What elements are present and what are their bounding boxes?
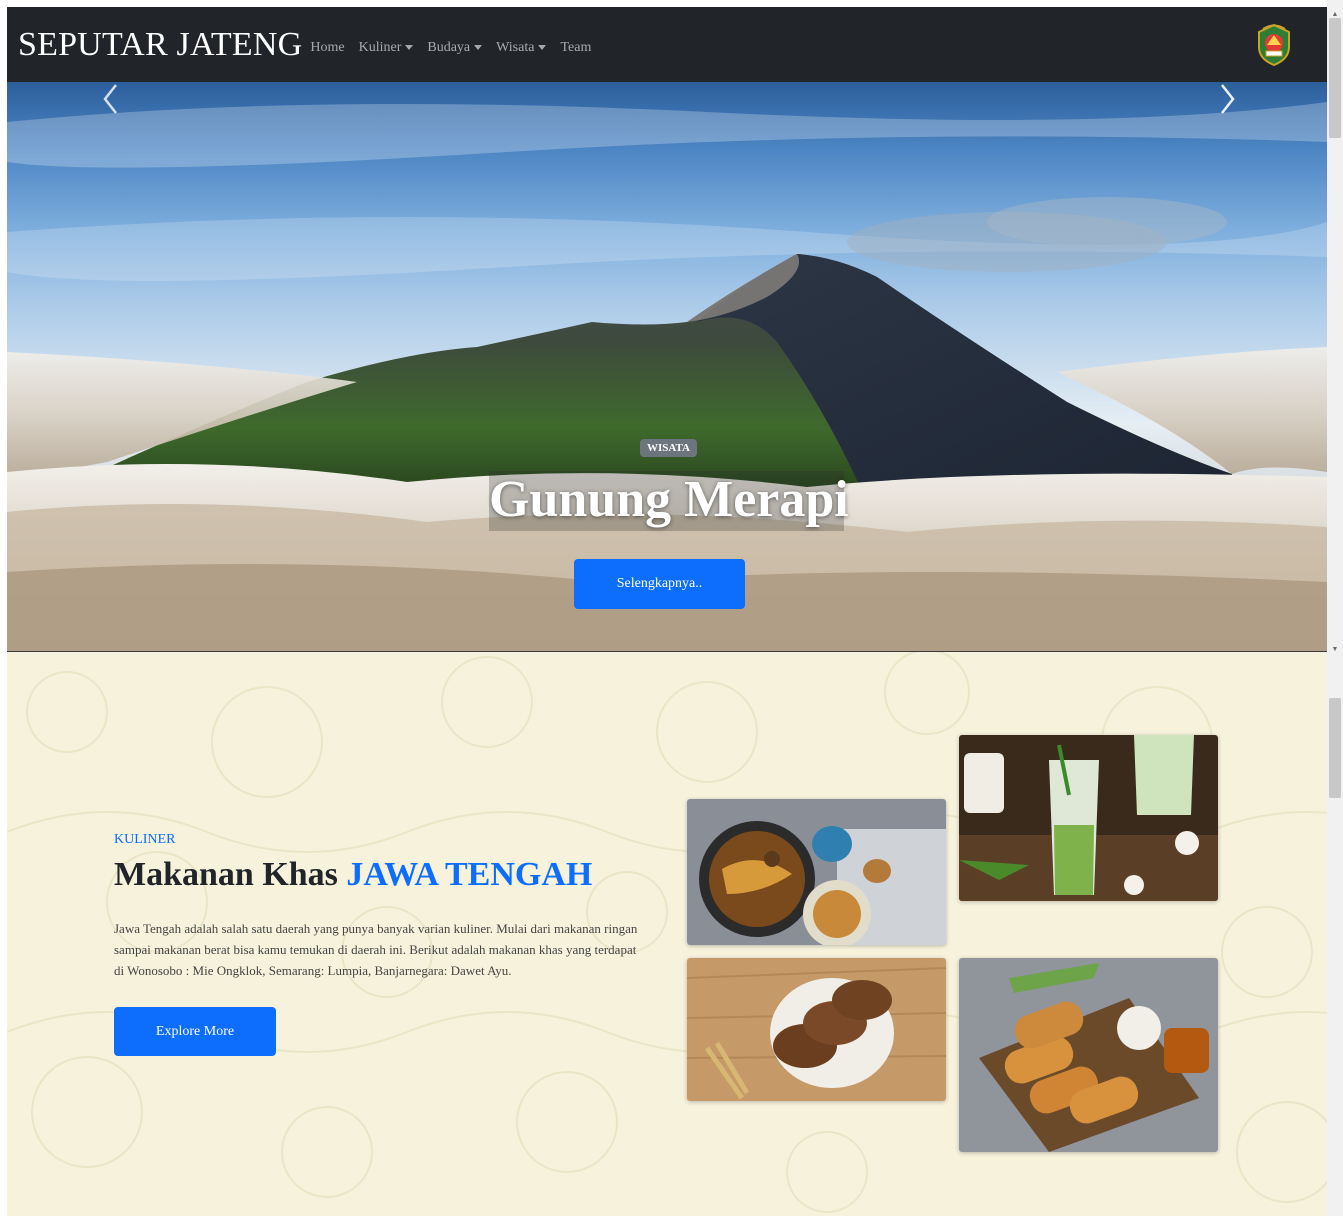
nav-item-label: Wisata [496,39,535,55]
selengkapnya-button[interactable]: Selengkapnya.. [574,559,745,609]
nav-item-kuliner[interactable]: Kuliner [359,40,414,56]
hero-carousel: WISATA Gunung Merapi Selengkapnya.. [7,82,1327,652]
food-photo-mie [687,799,946,945]
section-label: KULINER [114,832,176,847]
nav-item-team[interactable]: Team [560,40,591,56]
nav-item-label: Kuliner [358,39,402,55]
section-title-accent: JAWA TENGAH [346,856,593,893]
nav-item-home[interactable]: Home [310,40,344,56]
scrollbar-thumb-top[interactable] [1329,18,1341,138]
browser-left-strip [0,0,7,1216]
brand-title[interactable]: SEPUTAR JATENG [18,26,302,64]
caret-down-icon [538,45,547,50]
kuliner-section: KULINER Makanan Khas JAWA TENGAH Jawa Te… [7,652,1327,1216]
caret-down-icon [474,45,483,50]
navbar: SEPUTAR JATENG Home Kuliner Budaya Wisat… [7,7,1327,82]
nav-item-label: Home [310,39,345,55]
nav-item-wisata[interactable]: Wisata [496,39,547,56]
food-photo-roti [687,958,946,1101]
caret-down-icon [405,45,414,50]
chevron-right-icon[interactable] [1215,82,1239,116]
section-description: Jawa Tengah adalah salah satu daerah yan… [114,921,638,978]
nav-item-label: Team [560,39,592,55]
category-badge: WISATA [640,439,697,457]
page-scrollbar[interactable] [1327,0,1343,1216]
browser-top-strip [0,0,1343,7]
nav-menu: Home Kuliner Budaya Wisata Team [310,40,605,56]
scroll-up-icon[interactable]: ▲ [1331,10,1339,18]
chevron-left-icon[interactable] [99,82,123,116]
explore-more-button[interactable]: Explore More [114,1007,276,1056]
nav-item-budaya[interactable]: Budaya [427,39,483,56]
hero-title: Gunung Merapi [489,471,849,528]
section-title-plain: Makanan Khas [114,856,347,893]
food-photo-dawet [959,735,1218,901]
scroll-down-icon[interactable]: ▼ [1331,645,1339,653]
nav-item-label: Budaya [427,39,471,55]
section-title: Makanan Khas JAWA TENGAH [114,856,592,894]
food-photo-lumpia [959,958,1218,1152]
jawa-tengah-emblem-icon [1258,23,1290,67]
scrollbar-thumb-bottom[interactable] [1329,698,1341,798]
